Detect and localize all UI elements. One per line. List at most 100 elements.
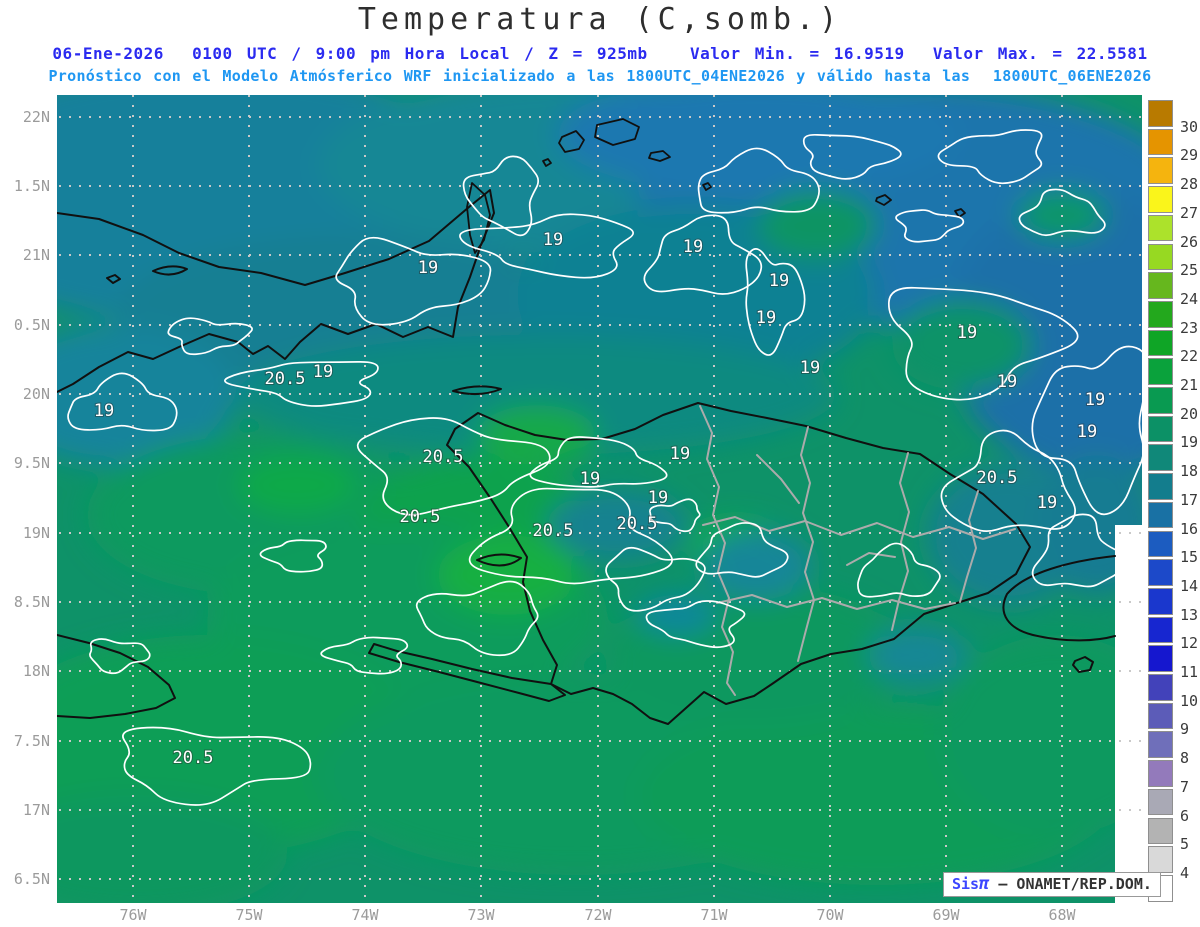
colorbar-tick-label: 19	[1180, 433, 1199, 452]
svg-text:20.5: 20.5	[533, 521, 574, 541]
svg-text:19: 19	[683, 237, 703, 257]
colorbar-segment	[1148, 501, 1173, 529]
svg-text:19: 19	[997, 372, 1017, 392]
map-domain-notch	[1115, 525, 1142, 903]
colorbar-tick-label: 11	[1180, 663, 1199, 681]
colorbar-tick-label: 14	[1180, 576, 1199, 595]
lon-tick-label: 76W	[119, 906, 147, 924]
colorbar-tick-label: 20	[1180, 404, 1199, 423]
svg-text:20.5: 20.5	[977, 468, 1018, 488]
colorbar-segment	[1148, 473, 1173, 500]
colorbar-segment	[1148, 128, 1173, 156]
colorbar-segment	[1148, 186, 1173, 213]
colorbar-tick-label: 16	[1180, 519, 1199, 538]
colorbar-tick-label: 22	[1180, 347, 1199, 366]
colorbar-tick-label: 15	[1180, 548, 1199, 567]
colorbar-tick-label: 23	[1180, 318, 1199, 337]
colorbar-segment	[1148, 243, 1173, 271]
colorbar-tick-label: 9	[1180, 720, 1190, 739]
subtitle-model-info: Pronóstico con el Modelo Atmósferico WRF…	[48, 67, 1152, 85]
lat-tick-label: 19N	[22, 524, 50, 542]
map-area: 19 19 19 19 19 19 20.5 19 19 19 19 19 19 20.5 19 20.5 20…	[39, 95, 1142, 909]
lon-tick-label: 69W	[932, 906, 960, 924]
svg-text:19: 19	[670, 444, 690, 464]
colorbar-tick-label: 25	[1180, 261, 1199, 280]
colorbar-tick-label: 30	[1180, 117, 1199, 136]
colorbar-segment	[1148, 300, 1173, 328]
colorbar-segment	[1148, 788, 1173, 816]
colorbar-tick-label: 10	[1180, 691, 1199, 710]
svg-text:19: 19	[957, 323, 977, 343]
svg-text:19: 19	[1037, 493, 1057, 513]
colorbar-segment	[1148, 157, 1173, 185]
colorbar-tick-label: 4	[1180, 863, 1190, 882]
lon-tick-label: 74W	[351, 906, 379, 924]
lat-tick-label: 7.5N	[13, 732, 50, 750]
colorbar-tick-label: 24	[1180, 289, 1199, 308]
colorbar-segment	[1148, 846, 1173, 873]
sispi-logo: Sis	[952, 875, 980, 893]
colorbar-tick-label: 5	[1180, 835, 1190, 854]
colorbar-segment	[1148, 760, 1173, 787]
colorbar-segment	[1148, 559, 1173, 586]
svg-text:20.5: 20.5	[265, 369, 306, 389]
temperature-shading	[57, 95, 1142, 903]
colorbar-tick-label: 27	[1180, 203, 1199, 222]
svg-text:19: 19	[648, 488, 668, 508]
watermark-box: Sisπ – ONAMET/REP.DOM.	[943, 872, 1161, 897]
svg-text:19: 19	[418, 258, 438, 278]
colorbar-tick-label: 8	[1180, 749, 1190, 768]
svg-text:20.5: 20.5	[400, 507, 441, 527]
watermark-text: – ONAMET/REP.DOM.	[989, 875, 1152, 893]
lon-tick-label: 70W	[816, 906, 844, 924]
colorbar-segment	[1148, 214, 1173, 242]
lat-tick-label: 8.5N	[13, 593, 50, 611]
colorbar-tick-label: 12	[1180, 634, 1199, 653]
lon-tick-label: 75W	[235, 906, 263, 924]
lat-tick-label: 9.5N	[13, 454, 50, 472]
wrf-temperature-forecast-screen: Temperatura (C,somb.) 06-Ene-2026 0100 U…	[0, 0, 1200, 927]
colorbar-segment	[1148, 731, 1173, 759]
colorbar-segment	[1148, 272, 1173, 299]
colorbar-segment	[1148, 358, 1173, 385]
colorbar-segment	[1148, 444, 1173, 472]
colorbar-segment	[1148, 100, 1173, 127]
colorbar-segment	[1148, 587, 1173, 615]
lat-tick-label: 6.5N	[13, 870, 50, 888]
svg-text:19: 19	[1077, 422, 1097, 442]
colorbar-tick-label: 26	[1180, 232, 1199, 251]
colorbar-segment	[1148, 329, 1173, 357]
lat-tick-label: 1.5N	[13, 177, 50, 195]
colorbar-tick-label: 21	[1180, 376, 1199, 394]
svg-text:20.5: 20.5	[173, 748, 214, 768]
lat-tick-label: 22N	[22, 108, 50, 126]
svg-text:19: 19	[756, 308, 776, 328]
pi-symbol: π	[979, 874, 990, 894]
colorbar-segment	[1148, 530, 1173, 558]
page-title: Temperatura (C,somb.)	[357, 2, 843, 37]
lat-tick-label: 17N	[22, 801, 50, 819]
colorbar-tick-label: 7	[1180, 777, 1190, 796]
svg-text:19: 19	[543, 230, 563, 250]
colorbar-tick-label: 6	[1180, 806, 1190, 825]
svg-text:19: 19	[800, 358, 820, 378]
colorbar-segment	[1148, 702, 1173, 730]
temperature-map-svg: 19 19 19 19 19 19 20.5 19 19 19 19 19 19 20.5 19 20.5 20…	[39, 95, 1142, 909]
colorbar-segment	[1148, 645, 1173, 672]
lon-tick-label: 68W	[1048, 906, 1076, 924]
lat-tick-label: 0.5N	[13, 316, 50, 334]
colorbar-segment	[1148, 387, 1173, 414]
colorbar-segment	[1148, 616, 1173, 644]
colorbar-tick-label: 13	[1180, 605, 1199, 624]
lon-tick-label: 71W	[700, 906, 728, 924]
lat-tick-label: 18N	[22, 662, 50, 680]
colorbar-tick-label: 28	[1180, 175, 1199, 194]
colorbar-tick-label: 29	[1180, 146, 1199, 165]
colorbar-segment	[1148, 817, 1173, 845]
lon-tick-label: 73W	[467, 906, 495, 924]
colorbar-segment	[1148, 415, 1173, 443]
lon-tick-label: 72W	[584, 906, 612, 924]
colorbar-tick-label: 18	[1180, 462, 1199, 481]
svg-text:19: 19	[94, 401, 114, 421]
lat-tick-label: 21N	[22, 246, 50, 264]
